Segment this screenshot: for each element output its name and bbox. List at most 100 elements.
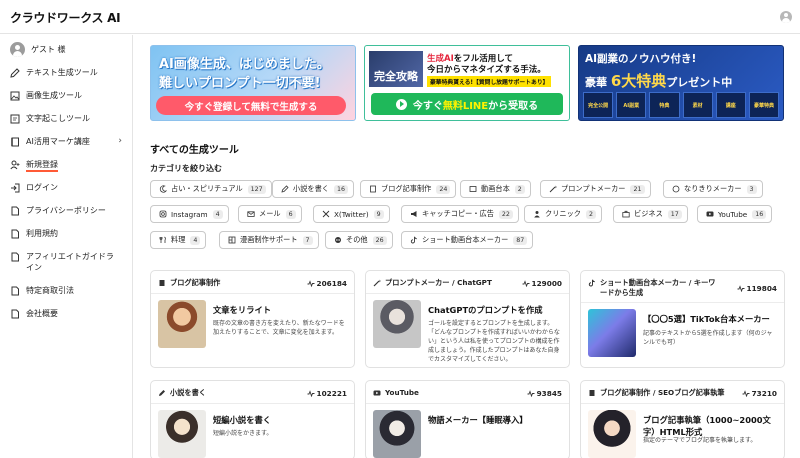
section-title: すべての生成ツール xyxy=(150,145,239,156)
book-icon xyxy=(10,137,20,147)
card-usage: 119804 xyxy=(737,284,777,293)
sidebar-item-login[interactable]: ログイン xyxy=(10,182,128,193)
user-plus-icon xyxy=(10,160,20,170)
chip-roleplay[interactable]: なりきりメーカー 3 xyxy=(663,180,763,198)
sidebar-item-label: 特定商取引法 xyxy=(26,286,74,295)
sidebar-item-transcription[interactable]: 文字起こしツール xyxy=(10,113,128,124)
sidebar-item-affiliate[interactable]: アフィリエイトガイドライン xyxy=(10,251,128,273)
chip-label: ビジネス xyxy=(634,209,663,218)
x-icon xyxy=(322,210,330,218)
banner-image-generation[interactable]: AI画像生成、はじめました。 難しいプロンプト一切不要! 今すぐ登録して無料で生… xyxy=(150,45,356,121)
card-title: 短編小説を書く xyxy=(213,415,272,425)
cta-pre: 今すぐ xyxy=(412,100,443,112)
chip-x-twitter[interactable]: X(Twitter) 9 xyxy=(313,205,390,223)
chip-other[interactable]: その他 26 xyxy=(325,231,393,249)
banner-perk-label: 豪華特典貰える!【質問し放題サポートあり】 xyxy=(427,76,552,87)
wand-icon xyxy=(549,185,557,193)
chip-fortune[interactable]: 占い・スピリチュアル 127 xyxy=(150,180,272,198)
document-icon xyxy=(10,229,20,239)
sidebar-item-label: 画像生成ツール xyxy=(26,91,82,100)
banner-side-business[interactable]: AI副業のノウハウ付き! 豪華 6大特典プレゼント中 完全公開 AI副業 特典 … xyxy=(578,45,784,121)
chevron-right-icon: › xyxy=(118,136,122,146)
chip-video-script[interactable]: 動画台本 2 xyxy=(460,180,531,198)
sidebar-item-tokushoho[interactable]: 特定商取引法 xyxy=(10,285,128,296)
chip-label: キャッチコピー・広告 xyxy=(422,209,494,218)
chip-youtube[interactable]: YouTube 16 xyxy=(697,205,773,223)
chip-short-video[interactable]: ショート動画台本メーカー 87 xyxy=(401,231,534,249)
tiktok-icon xyxy=(588,279,596,287)
card-thumbnail xyxy=(158,300,206,348)
chip-label: 動画台本 xyxy=(481,184,510,193)
card-thumbnail xyxy=(158,410,206,458)
chip-cooking[interactable]: 料理 4 xyxy=(150,231,207,249)
book-icon xyxy=(588,389,596,397)
cta-highlight: 無料LINE xyxy=(442,100,489,112)
chip-count: 24 xyxy=(436,184,451,194)
gift-thumbnails: 完全公開 AI副業 特典 素材 講座 豪華特典 xyxy=(583,92,780,118)
book-icon xyxy=(369,185,377,193)
chip-novel[interactable]: 小説を書く 16 xyxy=(272,180,354,198)
activity-icon xyxy=(522,280,530,287)
banner-line-guide[interactable]: 完全攻略 生成AIをフル活用して 今日からマネタイズする手法。 豪華特典貰える!… xyxy=(364,45,570,121)
card-category: 小説を書く xyxy=(170,388,206,397)
chip-prompt-maker[interactable]: プロンプトメーカー 21 xyxy=(540,180,651,198)
brand-logo[interactable]: クラウドワークス AI xyxy=(10,8,121,26)
tool-card[interactable]: ショート動画台本メーカー / キーワードから生成 119804 【〇〇5選】Ti… xyxy=(580,270,785,368)
sidebar-item-privacy[interactable]: プライバシーポリシー xyxy=(10,205,128,216)
card-title: ブログ記事執筆（1000~2000文字）HTML形式 xyxy=(643,415,771,437)
chip-instagram[interactable]: Instagram 4 xyxy=(150,205,229,223)
tool-card[interactable]: プロンプトメーカー / ChatGPT 129000 ChatGPTのプロンプト… xyxy=(365,270,570,368)
sidebar-item-register[interactable]: 新規登録 xyxy=(10,159,128,172)
gift-thumb: 豪華特典 xyxy=(748,92,780,118)
chip-mail[interactable]: メール 6 xyxy=(238,205,302,223)
sidebar-item-image-tools[interactable]: 画像生成ツール xyxy=(10,90,128,101)
card-thumbnail xyxy=(373,410,421,458)
chip-catchcopy[interactable]: キャッチコピー・広告 22 xyxy=(401,205,519,223)
chip-label: Instagram xyxy=(171,209,208,219)
card-description: ゴールを設定するとプロンプトを生成します。「どんなプロンプトを作成すればいいかわ… xyxy=(428,320,560,363)
youtube-icon xyxy=(706,210,714,218)
sidebar-item-label: ログイン xyxy=(26,183,58,192)
sidebar-item-terms[interactable]: 利用規約 xyxy=(10,228,128,239)
card-category: プロンプトメーカー / ChatGPT xyxy=(385,278,492,287)
tool-card[interactable]: ブログ記事制作 206184 文章をリライト 既存の文章の書き方を変えたり、新た… xyxy=(150,270,355,368)
gift-thumb: AI副業 xyxy=(616,92,647,118)
card-usage-count: 206184 xyxy=(316,279,347,288)
line-receive-button[interactable]: 今すぐ 無料LINE から受取る xyxy=(371,93,563,115)
banner-register-button[interactable]: 今すぐ登録して無料で生成する xyxy=(156,96,346,115)
chip-blog[interactable]: ブログ記事制作 24 xyxy=(360,180,457,198)
sidebar-guest[interactable]: ゲスト 様 xyxy=(10,42,128,57)
tool-card[interactable]: ブログ記事制作 / SEOブログ記事執筆 73210 ブログ記事執筆（1000~… xyxy=(580,380,785,458)
card-category: ショート動画台本メーカー / キーワードから生成 xyxy=(600,278,716,297)
card-category: ブログ記事制作 / SEOブログ記事執筆 xyxy=(600,388,725,397)
banner-subheadline: 難しいプロンプト一切不要! xyxy=(159,76,321,91)
sidebar-item-label: プライバシーポリシー xyxy=(26,206,106,215)
sidebar-item-ai-course[interactable]: AI活用マーケ講座 › xyxy=(10,136,128,147)
card-title: 【〇〇5選】TikTok台本メーカー xyxy=(643,314,770,324)
user-avatar-icon[interactable] xyxy=(780,11,792,23)
chip-count: 127 xyxy=(247,184,266,194)
tool-card[interactable]: 小説を書く 102221 短編小説を書く 短編小説をかきます。 xyxy=(150,380,355,458)
card-category: ブログ記事制作 xyxy=(170,278,221,287)
document-icon xyxy=(10,286,20,296)
top-bar: クラウドワークス AI xyxy=(0,0,800,34)
activity-icon xyxy=(307,280,315,287)
mail-icon xyxy=(247,210,255,218)
document-icon xyxy=(10,206,20,216)
chip-comic[interactable]: 漫画制作サポート 7 xyxy=(219,231,319,249)
card-divider xyxy=(366,403,569,404)
brand-name: クラウドワークス AI xyxy=(10,10,121,25)
sidebar-item-company[interactable]: 会社概要 xyxy=(10,308,128,319)
pen-icon xyxy=(281,185,289,193)
play-icon xyxy=(395,98,407,110)
chip-business[interactable]: ビジネス 17 xyxy=(613,205,688,223)
sidebar-item-text-tools[interactable]: テキスト生成ツール xyxy=(10,67,128,78)
banner-sub-post: プレゼント中 xyxy=(666,76,733,89)
chip-count: 87 xyxy=(513,235,528,245)
document-icon xyxy=(10,252,20,262)
chip-clinic[interactable]: クリニック 2 xyxy=(524,205,602,223)
card-usage-count: 129000 xyxy=(531,279,562,288)
card-usage: 102221 xyxy=(307,389,347,398)
document-icon xyxy=(10,114,20,124)
tool-card[interactable]: YouTube 93845 物語メーカー【睡眠導入】 xyxy=(365,380,570,458)
